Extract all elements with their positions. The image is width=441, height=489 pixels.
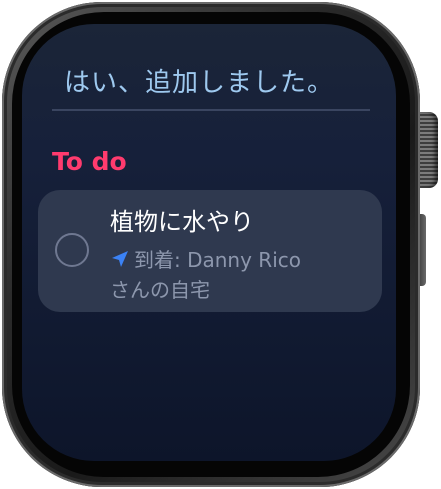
location-trigger: 到着: Danny Rico (110, 244, 301, 273)
section-title: To do (52, 147, 127, 176)
reminder-item[interactable]: 植物に水やり 到着: Danny Rico さんの自宅 (38, 190, 382, 312)
divider (52, 109, 370, 111)
circle-checkbox-icon[interactable] (55, 233, 89, 267)
watch-screen: はい、追加しました。 To do 植物に水やり 到着: Danny Rico さ… (22, 24, 396, 461)
siri-response-text: はい、追加しました。 (64, 68, 335, 98)
reminder-title: 植物に水やり (110, 208, 254, 236)
stage: はい、追加しました。 To do 植物に水やり 到着: Danny Rico さ… (0, 0, 441, 489)
location-label-continued: さんの自宅 (110, 278, 210, 302)
location-label: 到着: Danny Rico (134, 248, 301, 272)
location-arrow-icon (112, 250, 128, 267)
